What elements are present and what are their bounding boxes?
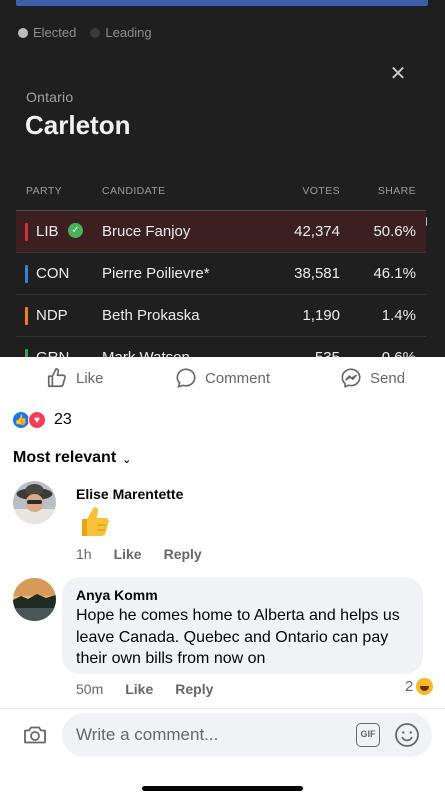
- comment-button[interactable]: Comment: [175, 367, 270, 389]
- comment-reaction-count: 2: [405, 678, 414, 695]
- candidate-cell: Pierre Poilievre*: [102, 265, 210, 282]
- like-label: Like: [76, 369, 104, 387]
- candidate-cell: Beth Prokaska: [102, 307, 200, 324]
- like-button[interactable]: Like: [46, 367, 104, 389]
- legend-elected: Elected: [18, 25, 76, 40]
- table-row: NDP Beth Prokaska 1,190 1.4%: [16, 295, 426, 337]
- emoji-button[interactable]: [394, 722, 420, 748]
- party-cell: LIB: [36, 223, 59, 240]
- post-action-bar: Like Comment Send: [0, 357, 445, 401]
- avatar[interactable]: [13, 578, 56, 621]
- votes-cell: 535: [315, 349, 340, 357]
- column-party: PARTY: [26, 185, 63, 197]
- share-cell: 50.6%: [373, 223, 416, 240]
- comment-time: 1h: [76, 546, 92, 562]
- party-color-bar: [25, 223, 28, 241]
- thumbs-up-icon: [47, 368, 66, 388]
- table-row: LIB ✓ Bruce Fanjoy 42,374 50.6%: [16, 211, 426, 253]
- comment-meta: 50m Like Reply: [76, 681, 213, 697]
- legend-elected-label: Elected: [33, 25, 77, 40]
- camera-button[interactable]: [22, 722, 48, 748]
- map-legend: Elected Leading: [18, 25, 152, 40]
- reactions-summary[interactable]: 👍 ♥ 23: [12, 411, 72, 429]
- comment-composer: GIF: [62, 713, 432, 757]
- legend-leading-label: Leading: [105, 25, 152, 40]
- avatar-image: [13, 578, 56, 621]
- comment-like-button[interactable]: Like: [125, 681, 153, 697]
- thumbs-up-icon: [82, 507, 109, 536]
- comment-sort-dropdown[interactable]: Most relevant ⌄: [13, 449, 131, 467]
- province-label: Ontario: [26, 89, 74, 105]
- comment-reactions[interactable]: 2: [405, 678, 434, 695]
- column-share: SHARE: [377, 185, 416, 197]
- party-cell: NDP: [36, 307, 68, 324]
- comment-label: Comment: [205, 369, 271, 387]
- candidate-cell: Bruce Fanjoy: [102, 223, 191, 240]
- share-cell: 46.1%: [373, 265, 416, 282]
- comment-bubble-icon: [176, 368, 196, 388]
- comment-meta: 1h Like Reply: [76, 546, 202, 562]
- haha-reaction-icon: [416, 678, 434, 695]
- votes-cell: 38,581: [294, 265, 340, 282]
- election-results-card: Elected Leading ✕ Ontario Carleton PARTY…: [0, 0, 445, 357]
- party-cell: GRN: [36, 349, 69, 357]
- riding-title: Carleton: [25, 110, 131, 140]
- party-color-bar: [25, 265, 28, 283]
- comment-reply-button[interactable]: Reply: [164, 546, 202, 562]
- thumbs-up-sticker: [76, 503, 114, 541]
- table-row: CON Pierre Poilievre* 38,581 46.1%: [16, 253, 426, 295]
- composer-divider: [0, 708, 445, 709]
- comment-bubble: Anya Komm Hope he comes home to Alberta …: [62, 577, 423, 674]
- comment-input[interactable]: [76, 722, 336, 748]
- home-indicator[interactable]: [142, 786, 303, 791]
- results-table-header: PARTY CANDIDATE VOTES SHARE: [0, 185, 445, 199]
- comment-time: 50m: [76, 681, 104, 697]
- share-cell: 0.6%: [382, 349, 416, 357]
- table-row: GRN Mark Watson 535 0.6%: [16, 337, 426, 357]
- comment-text: Hope he comes home to Alberta and helps …: [76, 607, 400, 667]
- share-cell: 1.4%: [381, 307, 416, 324]
- votes-cell: 1,190: [302, 307, 340, 324]
- comment-reply-button[interactable]: Reply: [175, 681, 213, 697]
- party-cell: CON: [36, 265, 70, 282]
- legend-leading: Leading: [90, 25, 152, 40]
- smiley-icon: [395, 723, 419, 747]
- comment-like-button[interactable]: Like: [114, 546, 142, 562]
- elected-check-icon: ✓: [68, 223, 83, 238]
- comment-author[interactable]: Elise Marentette: [76, 486, 183, 502]
- candidate-cell: Mark Watson: [102, 349, 190, 357]
- camera-icon: [24, 726, 46, 744]
- chevron-down-icon: ⌄: [122, 453, 132, 466]
- close-icon[interactable]: ✕: [388, 64, 408, 84]
- party-color-bar: [25, 307, 28, 325]
- comment-author[interactable]: Anya Komm: [76, 587, 158, 603]
- gif-button[interactable]: GIF: [356, 723, 380, 747]
- leading-dot-icon: [90, 27, 101, 38]
- votes-cell: 42,374: [294, 223, 340, 240]
- sort-label: Most relevant: [13, 449, 117, 466]
- elected-dot-icon: [18, 27, 28, 38]
- love-reaction-icon: ♥: [28, 411, 46, 429]
- reaction-count: 23: [54, 411, 72, 428]
- column-candidate: CANDIDATE: [102, 185, 166, 197]
- messenger-icon: [341, 368, 361, 388]
- avatar[interactable]: [13, 481, 56, 524]
- avatar-image: [13, 481, 56, 524]
- riding-map[interactable]: [16, 0, 428, 6]
- column-votes: VOTES: [302, 185, 340, 197]
- send-button[interactable]: Send: [340, 367, 405, 389]
- party-color-bar: [25, 349, 28, 357]
- send-label: Send: [370, 369, 406, 387]
